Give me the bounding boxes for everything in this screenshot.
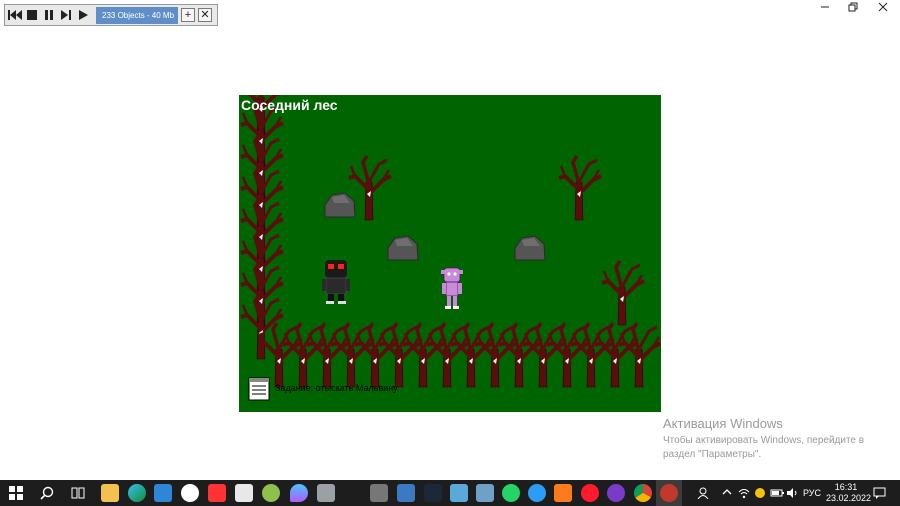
close-icon — [878, 2, 888, 12]
whatsapp-icon[interactable] — [502, 484, 520, 502]
paint-icon[interactable] — [262, 484, 280, 502]
steam-icon[interactable] — [424, 484, 442, 502]
debug-toolbar: 233 Objects - 40 Mb + ✕ — [4, 4, 218, 26]
clock-time: 16:31 — [834, 482, 858, 492]
add-button[interactable]: + — [181, 8, 195, 22]
skip-back-icon[interactable] — [7, 7, 23, 23]
photos-icon[interactable] — [397, 484, 415, 502]
game-viewport[interactable]: Соседний лес Задание: отыскать Мальвину — [239, 95, 661, 412]
rock — [324, 192, 356, 218]
mail-icon[interactable] — [154, 484, 172, 502]
droplet-app-icon[interactable] — [290, 484, 308, 502]
edge-icon[interactable] — [128, 484, 146, 502]
pause-icon[interactable] — [41, 7, 57, 23]
taskbar: РУС 16:31 23.02.2022 — [0, 480, 900, 506]
quest-hint: Задание: отыскать Мальвину — [275, 383, 398, 393]
minimize-icon — [821, 6, 829, 8]
tree — [347, 154, 393, 222]
yandex-icon[interactable] — [208, 484, 226, 502]
forest-scene — [239, 95, 661, 389]
close-window-button[interactable] — [868, 0, 898, 14]
clock-date: 23.02.2022 — [826, 493, 872, 503]
windows-activation-watermark: Активация Windows Чтобы активировать Win… — [663, 416, 864, 462]
search-icon[interactable] — [40, 486, 54, 505]
camera-icon[interactable] — [317, 484, 335, 502]
yandex-browser-icon[interactable] — [181, 484, 199, 502]
restore-icon — [848, 2, 858, 12]
wifi-icon[interactable] — [738, 487, 750, 501]
game-app-icon[interactable] — [660, 484, 678, 502]
people-icon[interactable] — [697, 487, 709, 501]
player-character[interactable] — [441, 267, 463, 309]
close-toolbar-button[interactable]: ✕ — [198, 8, 212, 22]
usb-device-icon[interactable] — [370, 484, 388, 502]
stop-icon[interactable] — [24, 7, 40, 23]
clock[interactable]: 16:31 23.02.2022 — [826, 482, 872, 504]
dark-character[interactable] — [322, 260, 350, 304]
tree — [557, 154, 603, 222]
minimize-button[interactable] — [810, 0, 840, 14]
chevron-up-icon[interactable] — [722, 487, 732, 499]
app-icon[interactable] — [450, 484, 468, 502]
object-count-status: 233 Objects - 40 Mb — [96, 6, 178, 24]
purple-app-icon[interactable] — [607, 484, 625, 502]
volume-icon[interactable] — [786, 487, 798, 501]
activation-line2: раздел "Параметры". — [663, 449, 762, 460]
step-forward-icon[interactable] — [58, 7, 74, 23]
chrome-icon[interactable] — [634, 484, 652, 502]
activation-line1: Чтобы активировать Windows, перейдите в — [663, 435, 865, 446]
location-title: Соседний лес — [241, 97, 338, 113]
task-view-icon[interactable] — [71, 486, 85, 505]
notepad-icon[interactable] — [248, 377, 270, 406]
play-icon[interactable] — [75, 7, 91, 23]
store-icon[interactable] — [235, 484, 253, 502]
language-indicator[interactable]: РУС — [803, 488, 821, 498]
calculator-icon[interactable] — [476, 484, 494, 502]
restore-button[interactable] — [838, 0, 868, 14]
rock — [514, 235, 546, 261]
windows-start-icon[interactable] — [9, 486, 23, 505]
notifications-icon[interactable] — [873, 487, 886, 501]
rock — [387, 235, 419, 261]
network-app-icon[interactable] — [528, 484, 546, 502]
app-tray-icon[interactable] — [754, 487, 766, 501]
battery-icon[interactable] — [770, 487, 784, 501]
tree — [600, 259, 646, 327]
activation-title: Активация Windows — [663, 416, 783, 431]
opera-icon[interactable] — [581, 484, 599, 502]
fire-app-icon[interactable] — [554, 484, 572, 502]
file-explorer-icon[interactable] — [101, 484, 119, 502]
